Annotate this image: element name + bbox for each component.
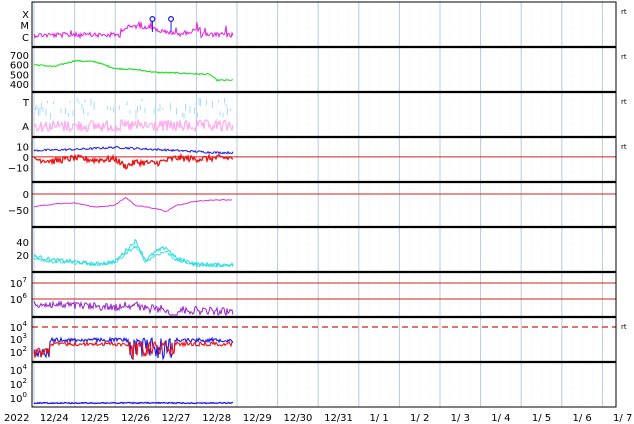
x-tick-label: 12/26: [121, 413, 150, 424]
dst-line: [33, 197, 233, 212]
x-tick-label: 12/28: [202, 413, 231, 424]
y-tick-label: 103: [10, 332, 27, 346]
y-tick-label: M: [20, 21, 29, 32]
x-tick-label: 1/ 3: [451, 413, 470, 424]
x-tick-label: 12/31: [324, 413, 353, 424]
y-tick-label: 10: [16, 142, 29, 153]
y-tick-label: 102: [10, 345, 27, 359]
proton-flux-line-red: [33, 340, 234, 359]
imf-bt-line: [33, 145, 234, 155]
y-tick-label: 40: [16, 238, 29, 249]
panel-rt-mark: rt: [621, 323, 627, 331]
y-tick-label: C: [22, 33, 29, 44]
x-tick-label: 1/ 1: [369, 413, 388, 424]
flare-marker: [168, 16, 175, 23]
y-tick-label: 104: [10, 363, 28, 377]
y-tick-label: −50: [8, 206, 29, 217]
y-tick-label: 0: [23, 153, 29, 164]
y-tick-label: 106: [10, 292, 28, 306]
y-tick-label: −10: [8, 163, 29, 174]
series-layer: [32, 16, 616, 405]
y-tick-label: A: [22, 122, 29, 133]
x-tick-label: 1/ 7: [613, 413, 632, 424]
panel-frames: [31, 1, 617, 408]
panel-rt-mark: rt: [621, 8, 627, 16]
panel-rt-mark: rt: [621, 98, 627, 106]
x-year-label: 2022: [4, 413, 29, 424]
x-tick-label: 1/ 6: [572, 413, 591, 424]
y-tick-label: 100: [10, 391, 27, 405]
electron-flux-line: [33, 300, 234, 317]
alpha-line: [33, 117, 234, 133]
temperature-line: [35, 98, 231, 120]
y-tick-label: X: [22, 10, 29, 21]
y-tick-label: 0: [23, 190, 29, 201]
panel-rt-mark: rt: [621, 143, 627, 151]
panel-rt-mark: rt: [621, 53, 627, 61]
xray-flux-line: [33, 20, 234, 40]
space-weather-chart: rtXMCrt700600500400rtTArt100−100−5040201…: [4, 1, 632, 424]
y-tick-label: 20: [16, 251, 29, 262]
plot-frame: [31, 1, 617, 408]
high-energy-flux-line: [33, 401, 234, 405]
y-tick-label: T: [22, 98, 30, 109]
x-tick-label: 12/25: [80, 413, 109, 424]
y-tick-label: 102: [10, 377, 27, 391]
x-tick-label: 1/ 4: [491, 413, 510, 424]
x-tick-label: 1/ 2: [410, 413, 429, 424]
y-tick-label: 107: [10, 276, 27, 290]
x-tick-label: 12/27: [162, 413, 191, 424]
x-tick-label: 12/30: [283, 413, 312, 424]
wind-speed-line: [33, 59, 234, 82]
x-tick-label: 12/29: [243, 413, 272, 424]
x-tick-label: 1/ 5: [532, 413, 551, 424]
x-tick-label: 12/24: [40, 413, 69, 424]
flare-marker: [149, 16, 156, 23]
y-tick-label: 400: [10, 80, 29, 91]
